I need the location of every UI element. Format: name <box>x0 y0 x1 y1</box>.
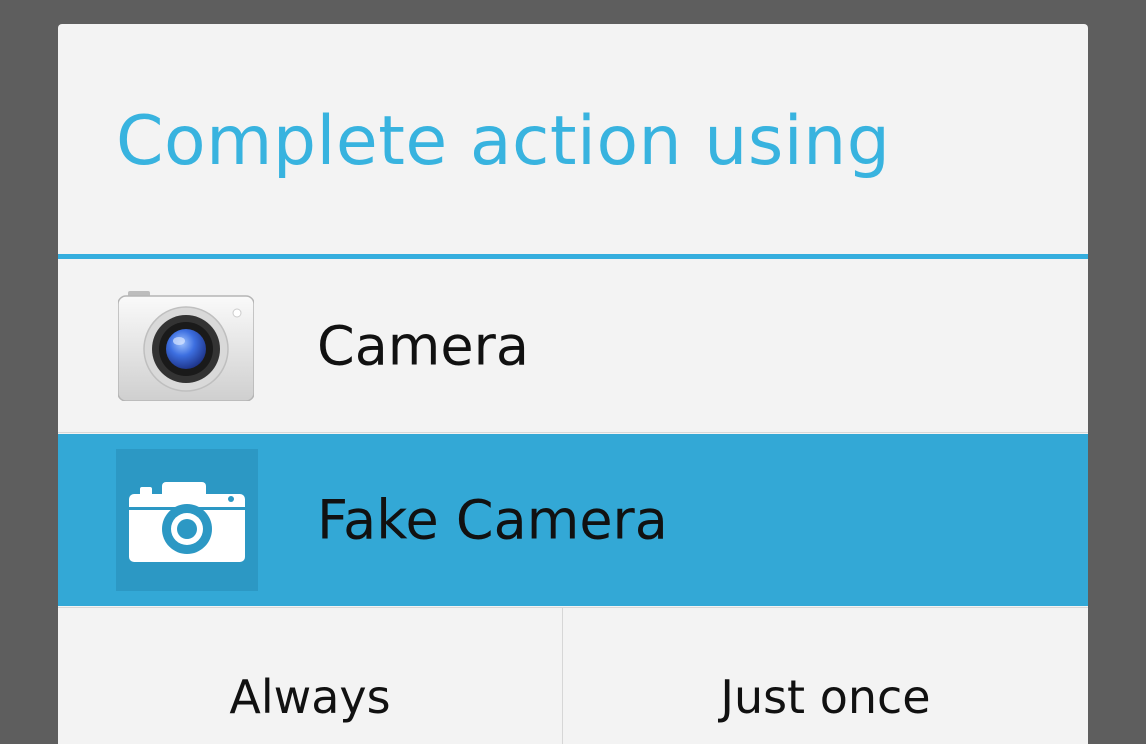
just-once-button[interactable]: Just once <box>563 608 1088 744</box>
title-divider <box>58 254 1088 259</box>
chooser-dialog: Complete action using Camera Fake Camera… <box>58 24 1088 744</box>
dialog-title: Complete action using <box>116 102 891 181</box>
app-option-label: Fake Camera <box>317 488 668 552</box>
app-option-fake-camera[interactable]: Fake Camera <box>58 434 1088 606</box>
app-option-label: Camera <box>317 314 529 378</box>
button-bar: Always Just once <box>58 607 1088 744</box>
always-button[interactable]: Always <box>58 608 562 744</box>
fake-camera-app-icon <box>116 449 258 591</box>
camera-app-icon <box>118 291 254 401</box>
app-option-camera[interactable]: Camera <box>58 260 1088 433</box>
